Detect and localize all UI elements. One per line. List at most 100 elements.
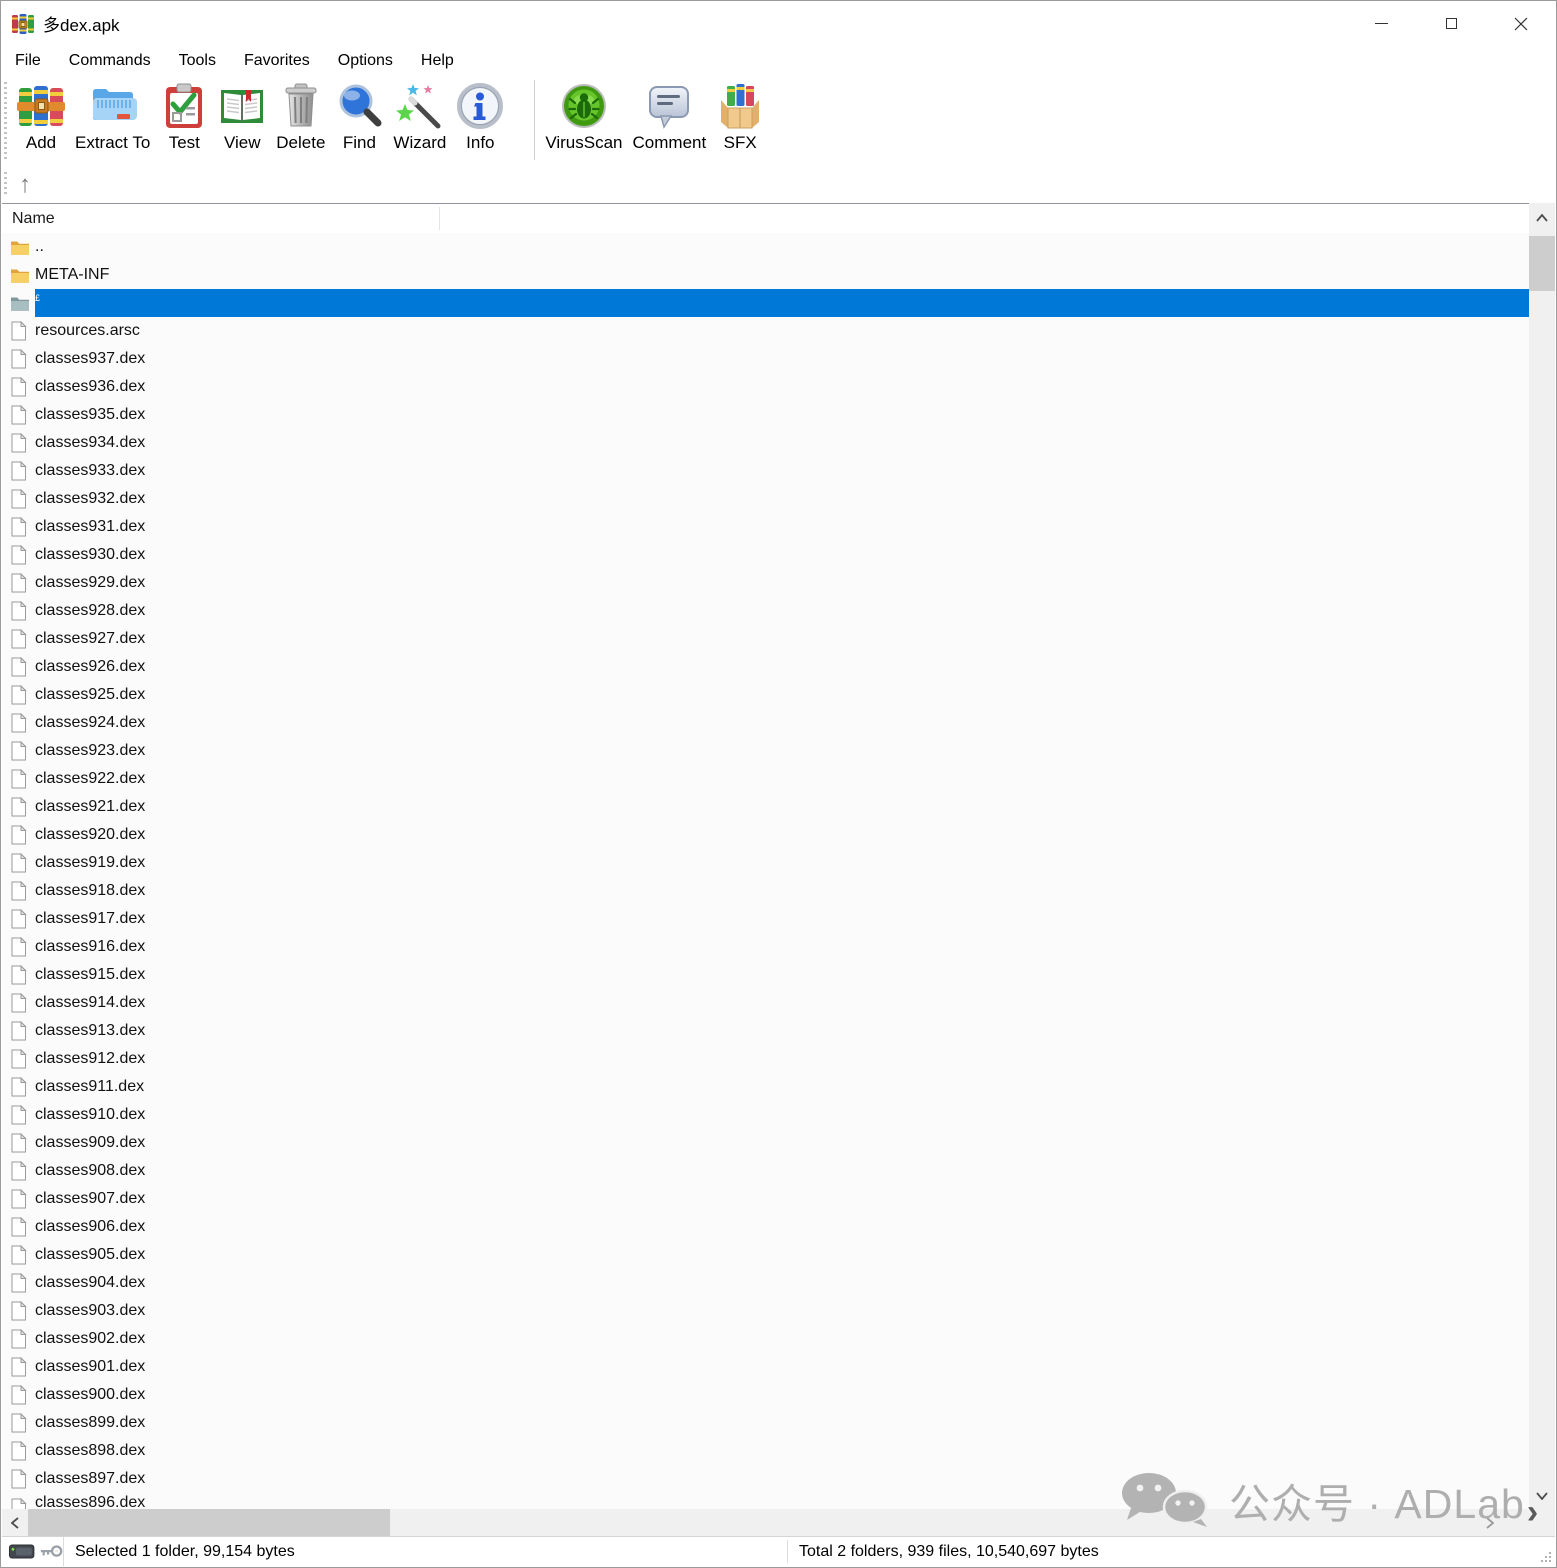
list-item[interactable]: classes933.dex <box>2 457 1529 485</box>
extract-button[interactable]: Extract To <box>75 76 150 153</box>
list-item[interactable]: classes900.dex <box>2 1381 1529 1409</box>
vertical-scrollbar[interactable] <box>1529 203 1555 1511</box>
list-item[interactable]: classes923.dex <box>2 737 1529 765</box>
resize-grip[interactable] <box>1539 1550 1553 1564</box>
info-button[interactable]: Info <box>456 76 504 153</box>
wizard-button[interactable]: Wizard <box>393 76 446 153</box>
up-directory-button[interactable]: ↑ <box>19 173 31 197</box>
list-item[interactable]: classes906.dex <box>2 1213 1529 1241</box>
list-item[interactable]: classes918.dex <box>2 877 1529 905</box>
menu-item-tools[interactable]: Tools <box>165 46 230 76</box>
list-item[interactable]: classes928.dex <box>2 597 1529 625</box>
list-item[interactable]: classes905.dex <box>2 1241 1529 1269</box>
list-item[interactable]: classes912.dex <box>2 1045 1529 1073</box>
list-item[interactable]: classes930.dex <box>2 541 1529 569</box>
list-item[interactable]: classes913.dex <box>2 1017 1529 1045</box>
virusscan-button[interactable]: VirusScan <box>545 76 622 153</box>
list-item[interactable]: classes925.dex <box>2 681 1529 709</box>
file-name: classes907.dex <box>35 1190 145 1208</box>
file-name: classes900.dex <box>35 1386 145 1404</box>
scroll-down-button[interactable] <box>1529 1483 1555 1509</box>
column-divider[interactable] <box>439 207 440 230</box>
close-button[interactable] <box>1486 1 1556 46</box>
list-item[interactable]: classes897.dex <box>2 1465 1529 1493</box>
list-item[interactable]: classes934.dex <box>2 429 1529 457</box>
file-name-area: classes926.dex <box>35 653 1529 681</box>
list-item[interactable]: £ <box>2 289 1529 317</box>
add-label: Add <box>26 133 56 153</box>
test-button[interactable]: Test <box>160 76 208 153</box>
file-name-area: resources.arsc <box>35 317 1529 345</box>
list-item[interactable]: classes896.dex <box>2 1493 1529 1509</box>
minimize-button[interactable] <box>1346 1 1416 46</box>
sfx-button[interactable]: SFX <box>716 76 764 153</box>
list-item[interactable]: classes936.dex <box>2 373 1529 401</box>
file-name-area: META-INF <box>35 261 1529 289</box>
file-name: classes906.dex <box>35 1218 145 1236</box>
toolbar-gripper[interactable] <box>4 82 7 160</box>
add-button[interactable]: Add <box>17 76 65 153</box>
file-name: classes896.dex <box>35 1494 145 1509</box>
list-item[interactable]: classes921.dex <box>2 793 1529 821</box>
list-item[interactable]: .. <box>2 233 1529 261</box>
file-icon <box>10 769 27 789</box>
list-item[interactable]: classes910.dex <box>2 1101 1529 1129</box>
list-item[interactable]: classes935.dex <box>2 401 1529 429</box>
file-name-area: classes915.dex <box>35 961 1529 989</box>
horizontal-scrollbar[interactable] <box>2 1509 1531 1536</box>
list-item[interactable]: classes932.dex <box>2 485 1529 513</box>
view-button[interactable]: View <box>218 76 266 153</box>
vertical-scroll-thumb[interactable] <box>1529 236 1555 291</box>
list-item[interactable]: classes916.dex <box>2 933 1529 961</box>
list-item[interactable]: classes909.dex <box>2 1129 1529 1157</box>
file-name-area: classes928.dex <box>35 597 1529 625</box>
file-name: .. <box>35 238 44 256</box>
list-item[interactable]: classes924.dex <box>2 709 1529 737</box>
list-item[interactable]: classes937.dex <box>2 345 1529 373</box>
list-item[interactable]: classes902.dex <box>2 1325 1529 1353</box>
list-item[interactable]: classes903.dex <box>2 1297 1529 1325</box>
column-header-name[interactable]: Name <box>2 204 1555 233</box>
pathbar-gripper[interactable] <box>4 172 7 197</box>
menu-item-commands[interactable]: Commands <box>55 46 165 76</box>
list-item[interactable]: classes898.dex <box>2 1437 1529 1465</box>
list-item[interactable]: classes927.dex <box>2 625 1529 653</box>
menu-item-help[interactable]: Help <box>407 46 468 76</box>
list-item[interactable]: classes911.dex <box>2 1073 1529 1101</box>
list-item[interactable]: classes922.dex <box>2 765 1529 793</box>
file-icon-cell <box>10 769 35 789</box>
list-item[interactable]: classes926.dex <box>2 653 1529 681</box>
maximize-button[interactable] <box>1416 1 1486 46</box>
find-button[interactable]: Find <box>335 76 383 153</box>
file-icon-cell <box>10 797 35 817</box>
add-icon <box>17 82 65 130</box>
delete-button[interactable]: Delete <box>276 76 325 153</box>
file-icon <box>10 629 27 649</box>
scroll-right-button[interactable] <box>1477 1509 1503 1536</box>
list-item[interactable]: META-INF <box>2 261 1529 289</box>
list-item[interactable]: classes931.dex <box>2 513 1529 541</box>
list-item[interactable]: classes904.dex <box>2 1269 1529 1297</box>
horizontal-scroll-thumb[interactable] <box>28 1509 390 1536</box>
file-name-area: £ <box>35 289 1529 317</box>
scroll-left-button[interactable] <box>2 1509 28 1536</box>
list-item[interactable]: classes917.dex <box>2 905 1529 933</box>
file-icon-cell <box>10 461 35 481</box>
menu-item-favorites[interactable]: Favorites <box>230 46 324 76</box>
file-name: classes927.dex <box>35 630 145 648</box>
list-item[interactable]: classes915.dex <box>2 961 1529 989</box>
list-item[interactable]: classes908.dex <box>2 1157 1529 1185</box>
list-item[interactable]: classes907.dex <box>2 1185 1529 1213</box>
comment-button[interactable]: Comment <box>633 76 707 153</box>
list-item[interactable]: classes920.dex <box>2 821 1529 849</box>
list-item[interactable]: classes901.dex <box>2 1353 1529 1381</box>
list-item[interactable]: classes919.dex <box>2 849 1529 877</box>
list-item[interactable]: classes929.dex <box>2 569 1529 597</box>
list-item[interactable]: resources.arsc <box>2 317 1529 345</box>
list-item[interactable]: classes914.dex <box>2 989 1529 1017</box>
scroll-up-button[interactable] <box>1529 205 1555 231</box>
folder-icon-cell <box>10 267 35 284</box>
list-item[interactable]: classes899.dex <box>2 1409 1529 1437</box>
menu-item-options[interactable]: Options <box>324 46 407 76</box>
menu-item-file[interactable]: File <box>1 46 55 76</box>
